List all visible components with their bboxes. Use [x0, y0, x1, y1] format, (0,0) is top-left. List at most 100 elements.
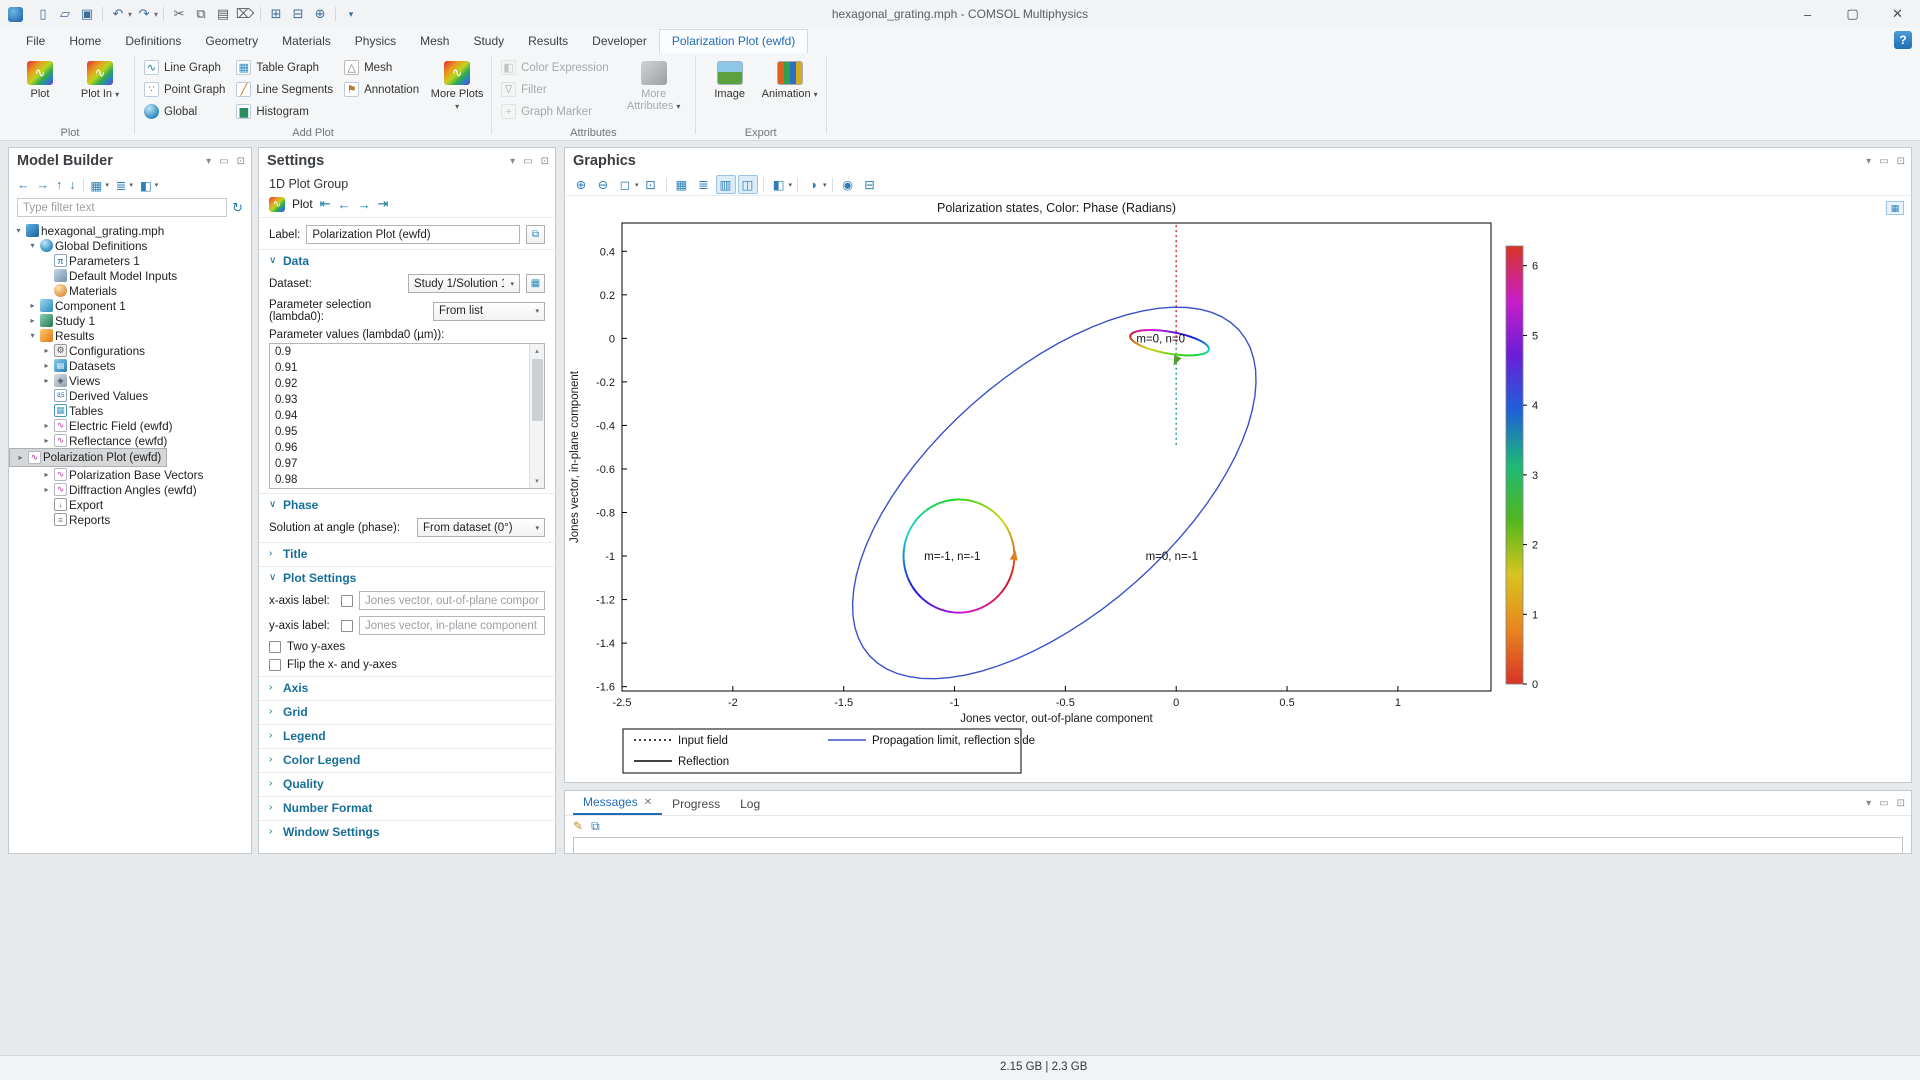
list-item[interactable]: 0.95	[270, 424, 529, 440]
list-item[interactable]: 0.9	[270, 344, 529, 360]
tree-item-study-1[interactable]: ▸Study 1	[9, 313, 251, 328]
panel-detach-icon[interactable]: ⊡	[541, 156, 549, 167]
expand-arrow-icon[interactable]: ▸	[41, 346, 52, 355]
section-data[interactable]: ∨ Data	[259, 249, 555, 271]
tree-item-electric-field[interactable]: ▸Electric Field (ewfd)	[9, 418, 251, 433]
tree-item-materials[interactable]: Materials	[9, 283, 251, 298]
scroll-down-icon[interactable]: ▾	[535, 474, 539, 488]
animation-button[interactable]: Animation ▾	[762, 57, 818, 126]
zoom-in-icon[interactable]: ⊕	[571, 175, 591, 194]
new-file-icon[interactable]: ▯	[33, 4, 53, 24]
expand-arrow-icon[interactable]: ▸	[41, 376, 52, 385]
clear-messages-icon[interactable]: ✎	[573, 819, 583, 833]
tab-mesh[interactable]: Mesh	[408, 30, 461, 53]
tree-item-derived-values[interactable]: Derived Values	[9, 388, 251, 403]
y-axis-label-input[interactable]	[359, 616, 545, 635]
move-up-button[interactable]: ↑	[56, 178, 62, 192]
graphics-canvas[interactable]: Polarization states, Color: Phase (Radia…	[566, 197, 1910, 781]
lighting-icon[interactable]: ◑	[803, 175, 823, 194]
table-graph-button[interactable]: ▦Table Graph	[233, 57, 339, 78]
panel-detach-icon[interactable]: ⊡	[237, 156, 245, 167]
filter-button[interactable]: ∇Filter	[498, 79, 615, 100]
expand-arrow-icon[interactable]: ▸	[41, 470, 52, 479]
expand-arrow-icon[interactable]: ▸	[27, 316, 38, 325]
redo-icon[interactable]: ↷	[134, 4, 154, 24]
zoom-box-icon[interactable]: ◻	[615, 175, 635, 194]
tree-item-polarization-plot[interactable]: ▸Polarization Plot (ewfd)	[9, 448, 167, 467]
phase-select[interactable]: From dataset (0°)▾	[417, 518, 545, 537]
copy-icon[interactable]: ⧉	[191, 4, 211, 24]
undo-icon[interactable]: ↶	[108, 4, 128, 24]
tree-item-diffraction-angles[interactable]: ▸Diffraction Angles (ewfd)	[9, 482, 251, 497]
undo-menu-icon[interactable]: ▾	[128, 10, 132, 19]
frame-toggle-icon[interactable]: ◫	[738, 175, 758, 194]
expand-arrow-icon[interactable]: ▸	[41, 421, 52, 430]
sort-button[interactable]: ◧	[140, 178, 152, 193]
tab-study[interactable]: Study	[461, 30, 516, 53]
list-item[interactable]: 0.97	[270, 456, 529, 472]
forward-button[interactable]: →	[37, 178, 50, 192]
tree-filter-input[interactable]	[17, 198, 227, 217]
redo-menu-icon[interactable]: ▾	[154, 10, 158, 19]
table-copy-icon[interactable]: ⊞	[266, 4, 286, 24]
delete-icon[interactable]: ⌦	[235, 4, 255, 24]
close-icon[interactable]: ✕	[644, 797, 652, 808]
chevron-down-icon[interactable]: ▾	[823, 181, 827, 189]
help-button[interactable]: ?	[1894, 31, 1912, 49]
axes-icon[interactable]: ≣	[694, 175, 714, 194]
dataset-select[interactable]: Study 1/Solution 1▾	[408, 274, 520, 293]
tree-item-default-model-inputs[interactable]: Default Model Inputs	[9, 268, 251, 283]
expand-arrow-icon[interactable]: ▸	[41, 361, 52, 370]
list-item[interactable]: 0.93	[270, 392, 529, 408]
expand-arrow-icon[interactable]: ▸	[41, 436, 52, 445]
list-item[interactable]: 0.92	[270, 376, 529, 392]
settings-plot-button[interactable]: Plot	[292, 197, 313, 211]
section-quality[interactable]: ›Quality	[259, 772, 555, 794]
tree-item-tables[interactable]: Tables	[9, 403, 251, 418]
minimize-button[interactable]: –	[1785, 0, 1830, 28]
more-plots-button[interactable]: ∿ More Plots ▾	[429, 57, 485, 126]
listbox-scrollbar[interactable]: ▴ ▾	[529, 344, 544, 488]
panel-float-icon[interactable]: ▭	[1879, 156, 1888, 167]
tab-results[interactable]: Results	[516, 30, 580, 53]
list-item[interactable]: 0.94	[270, 408, 529, 424]
close-button[interactable]: ✕	[1875, 0, 1920, 28]
copy-messages-icon[interactable]: ⧉	[591, 819, 600, 834]
two-y-axes-checkbox[interactable]	[269, 641, 281, 653]
maximize-button[interactable]: ▢	[1830, 0, 1875, 28]
section-legend[interactable]: ›Legend	[259, 724, 555, 746]
table-settings-icon[interactable]: ⊟	[288, 4, 308, 24]
section-title[interactable]: › Title	[259, 542, 555, 564]
section-grid[interactable]: ›Grid	[259, 700, 555, 722]
panel-detach-icon[interactable]: ⊡	[1897, 798, 1905, 809]
section-window-settings[interactable]: ›Window Settings	[259, 820, 555, 842]
histogram-button[interactable]: ▆Histogram	[233, 101, 339, 122]
tab-home[interactable]: Home	[57, 30, 113, 53]
tree-item-views[interactable]: ▸Views	[9, 373, 251, 388]
back-button[interactable]: ←	[17, 178, 30, 192]
line-graph-button[interactable]: ∿Line Graph	[141, 57, 231, 78]
label-toggle-button[interactable]: ⧉	[526, 225, 545, 244]
panel-float-icon[interactable]: ▭	[1879, 798, 1888, 809]
annotation-button[interactable]: ⚑Annotation	[341, 79, 425, 100]
tree-item-global-definitions[interactable]: ▾Global Definitions	[9, 238, 251, 253]
collapse-button[interactable]: ≣	[116, 178, 126, 193]
tree-item-configurations[interactable]: ▸Configurations	[9, 343, 251, 358]
tab-progress[interactable]: Progress	[662, 794, 730, 815]
tree-item-reflectance[interactable]: ▸Reflectance (ewfd)	[9, 433, 251, 448]
chevron-down-icon[interactable]: ▾	[789, 181, 793, 189]
snapshot-icon[interactable]: ◉	[838, 175, 858, 194]
section-plot-settings[interactable]: ∨ Plot Settings	[259, 566, 555, 588]
plot-in-button[interactable]: ∿ Plot In ▾	[72, 57, 128, 126]
expand-arrow-icon[interactable]: ▸	[41, 485, 52, 494]
point-graph-button[interactable]: ∵Point Graph	[141, 79, 231, 100]
tab-materials[interactable]: Materials	[270, 30, 343, 53]
expand-arrow-icon[interactable]: ▸	[15, 453, 26, 462]
print-icon[interactable]: ⊟	[860, 175, 880, 194]
section-number-format[interactable]: ›Number Format	[259, 796, 555, 818]
label-input[interactable]	[306, 225, 520, 244]
image-grid-icon[interactable]: ▦	[672, 175, 692, 194]
tree-item-results[interactable]: ▾Results	[9, 328, 251, 343]
flip-axes-checkbox[interactable]	[269, 659, 281, 671]
tree-item-root[interactable]: ▾hexagonal_grating.mph	[9, 223, 251, 238]
